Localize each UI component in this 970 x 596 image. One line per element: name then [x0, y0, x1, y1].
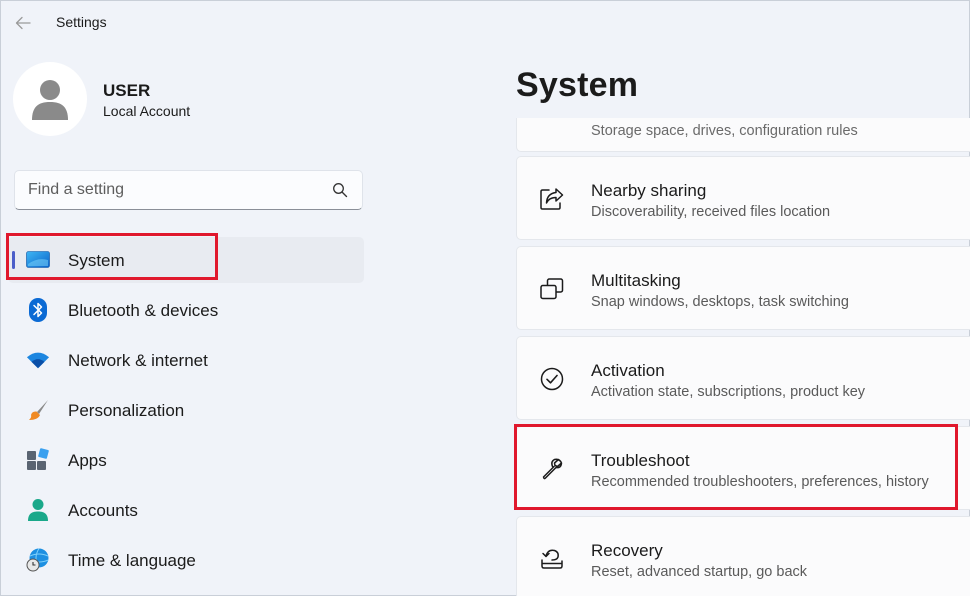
sidebar-item-label: Accounts — [68, 501, 138, 520]
system-monitor-icon — [26, 248, 50, 272]
card-multitasking[interactable]: Multitasking Snap windows, desktops, tas… — [516, 246, 970, 330]
card-troubleshoot[interactable]: Troubleshoot Recommended troubleshooters… — [516, 426, 970, 510]
sidebar-item-network-internet[interactable]: Network & internet — [8, 337, 364, 383]
globe-clock-icon — [26, 548, 50, 572]
recovery-icon — [539, 546, 565, 572]
sidebar-item-personalization[interactable]: Personalization — [8, 387, 364, 433]
search-icon[interactable] — [332, 182, 348, 198]
bluetooth-icon — [26, 298, 50, 322]
card-recovery[interactable]: Recovery Reset, advanced startup, go bac… — [516, 516, 970, 596]
card-subtitle: Discoverability, received files location — [591, 204, 831, 220]
card-title: Multitasking — [591, 271, 681, 290]
search-input[interactable] — [15, 171, 315, 209]
back-arrow-icon — [15, 16, 31, 30]
title-bar: Settings — [0, 0, 970, 46]
back-button[interactable] — [10, 10, 36, 36]
page-title: System — [516, 66, 639, 104]
share-icon — [539, 186, 565, 212]
card-title: Activation — [591, 361, 665, 380]
wifi-icon — [26, 348, 50, 372]
card-subtitle: Recommended troubleshooters, preferences… — [591, 474, 929, 490]
paintbrush-icon — [26, 398, 50, 422]
card-nearby-sharing[interactable]: Nearby sharing Discoverability, received… — [516, 156, 970, 240]
check-circle-icon — [539, 366, 565, 392]
sidebar-item-accounts[interactable]: Accounts — [8, 487, 364, 533]
card-subtitle: Snap windows, desktops, task switching — [591, 294, 849, 310]
sidebar-item-label: System — [68, 251, 125, 270]
sidebar-item-label: Bluetooth & devices — [68, 301, 219, 320]
card-subtitle: Activation state, subscriptions, product… — [591, 384, 866, 400]
card-title: Recovery — [591, 541, 663, 560]
settings-list: Storage space, drives, configuration rul… — [516, 118, 970, 596]
sidebar-item-bluetooth-devices[interactable]: Bluetooth & devices — [8, 287, 364, 333]
accounts-icon — [26, 498, 50, 522]
wrench-icon — [539, 456, 565, 482]
user-avatar-icon — [32, 80, 68, 120]
sidebar-item-label: Network & internet — [68, 351, 208, 370]
apps-icon — [26, 448, 50, 472]
user-name: USER — [103, 81, 151, 100]
search-box[interactable] — [14, 170, 363, 210]
sidebar-item-apps[interactable]: Apps — [8, 437, 364, 483]
card-storage[interactable]: Storage space, drives, configuration rul… — [516, 118, 970, 152]
sidebar-item-label: Personalization — [68, 401, 185, 420]
card-subtitle: Storage space, drives, configuration rul… — [591, 123, 858, 139]
sidebar-nav: System Bluetooth & devices Network & int… — [8, 237, 364, 587]
avatar[interactable] — [13, 62, 87, 136]
card-title: Troubleshoot — [591, 451, 690, 470]
selection-indicator — [12, 251, 15, 269]
storage-icon — [539, 118, 565, 128]
sidebar-item-label: Apps — [68, 451, 107, 470]
account-type: Local Account — [103, 103, 191, 119]
sidebar-item-system[interactable]: System — [8, 237, 364, 283]
sidebar-item-label: Time & language — [68, 551, 196, 570]
card-activation[interactable]: Activation Activation state, subscriptio… — [516, 336, 970, 420]
card-title: Nearby sharing — [591, 181, 707, 200]
sidebar-item-time-language[interactable]: Time & language — [8, 537, 364, 583]
app-title: Settings — [56, 14, 107, 30]
card-subtitle: Reset, advanced startup, go back — [591, 564, 808, 580]
multitasking-icon — [539, 276, 565, 302]
